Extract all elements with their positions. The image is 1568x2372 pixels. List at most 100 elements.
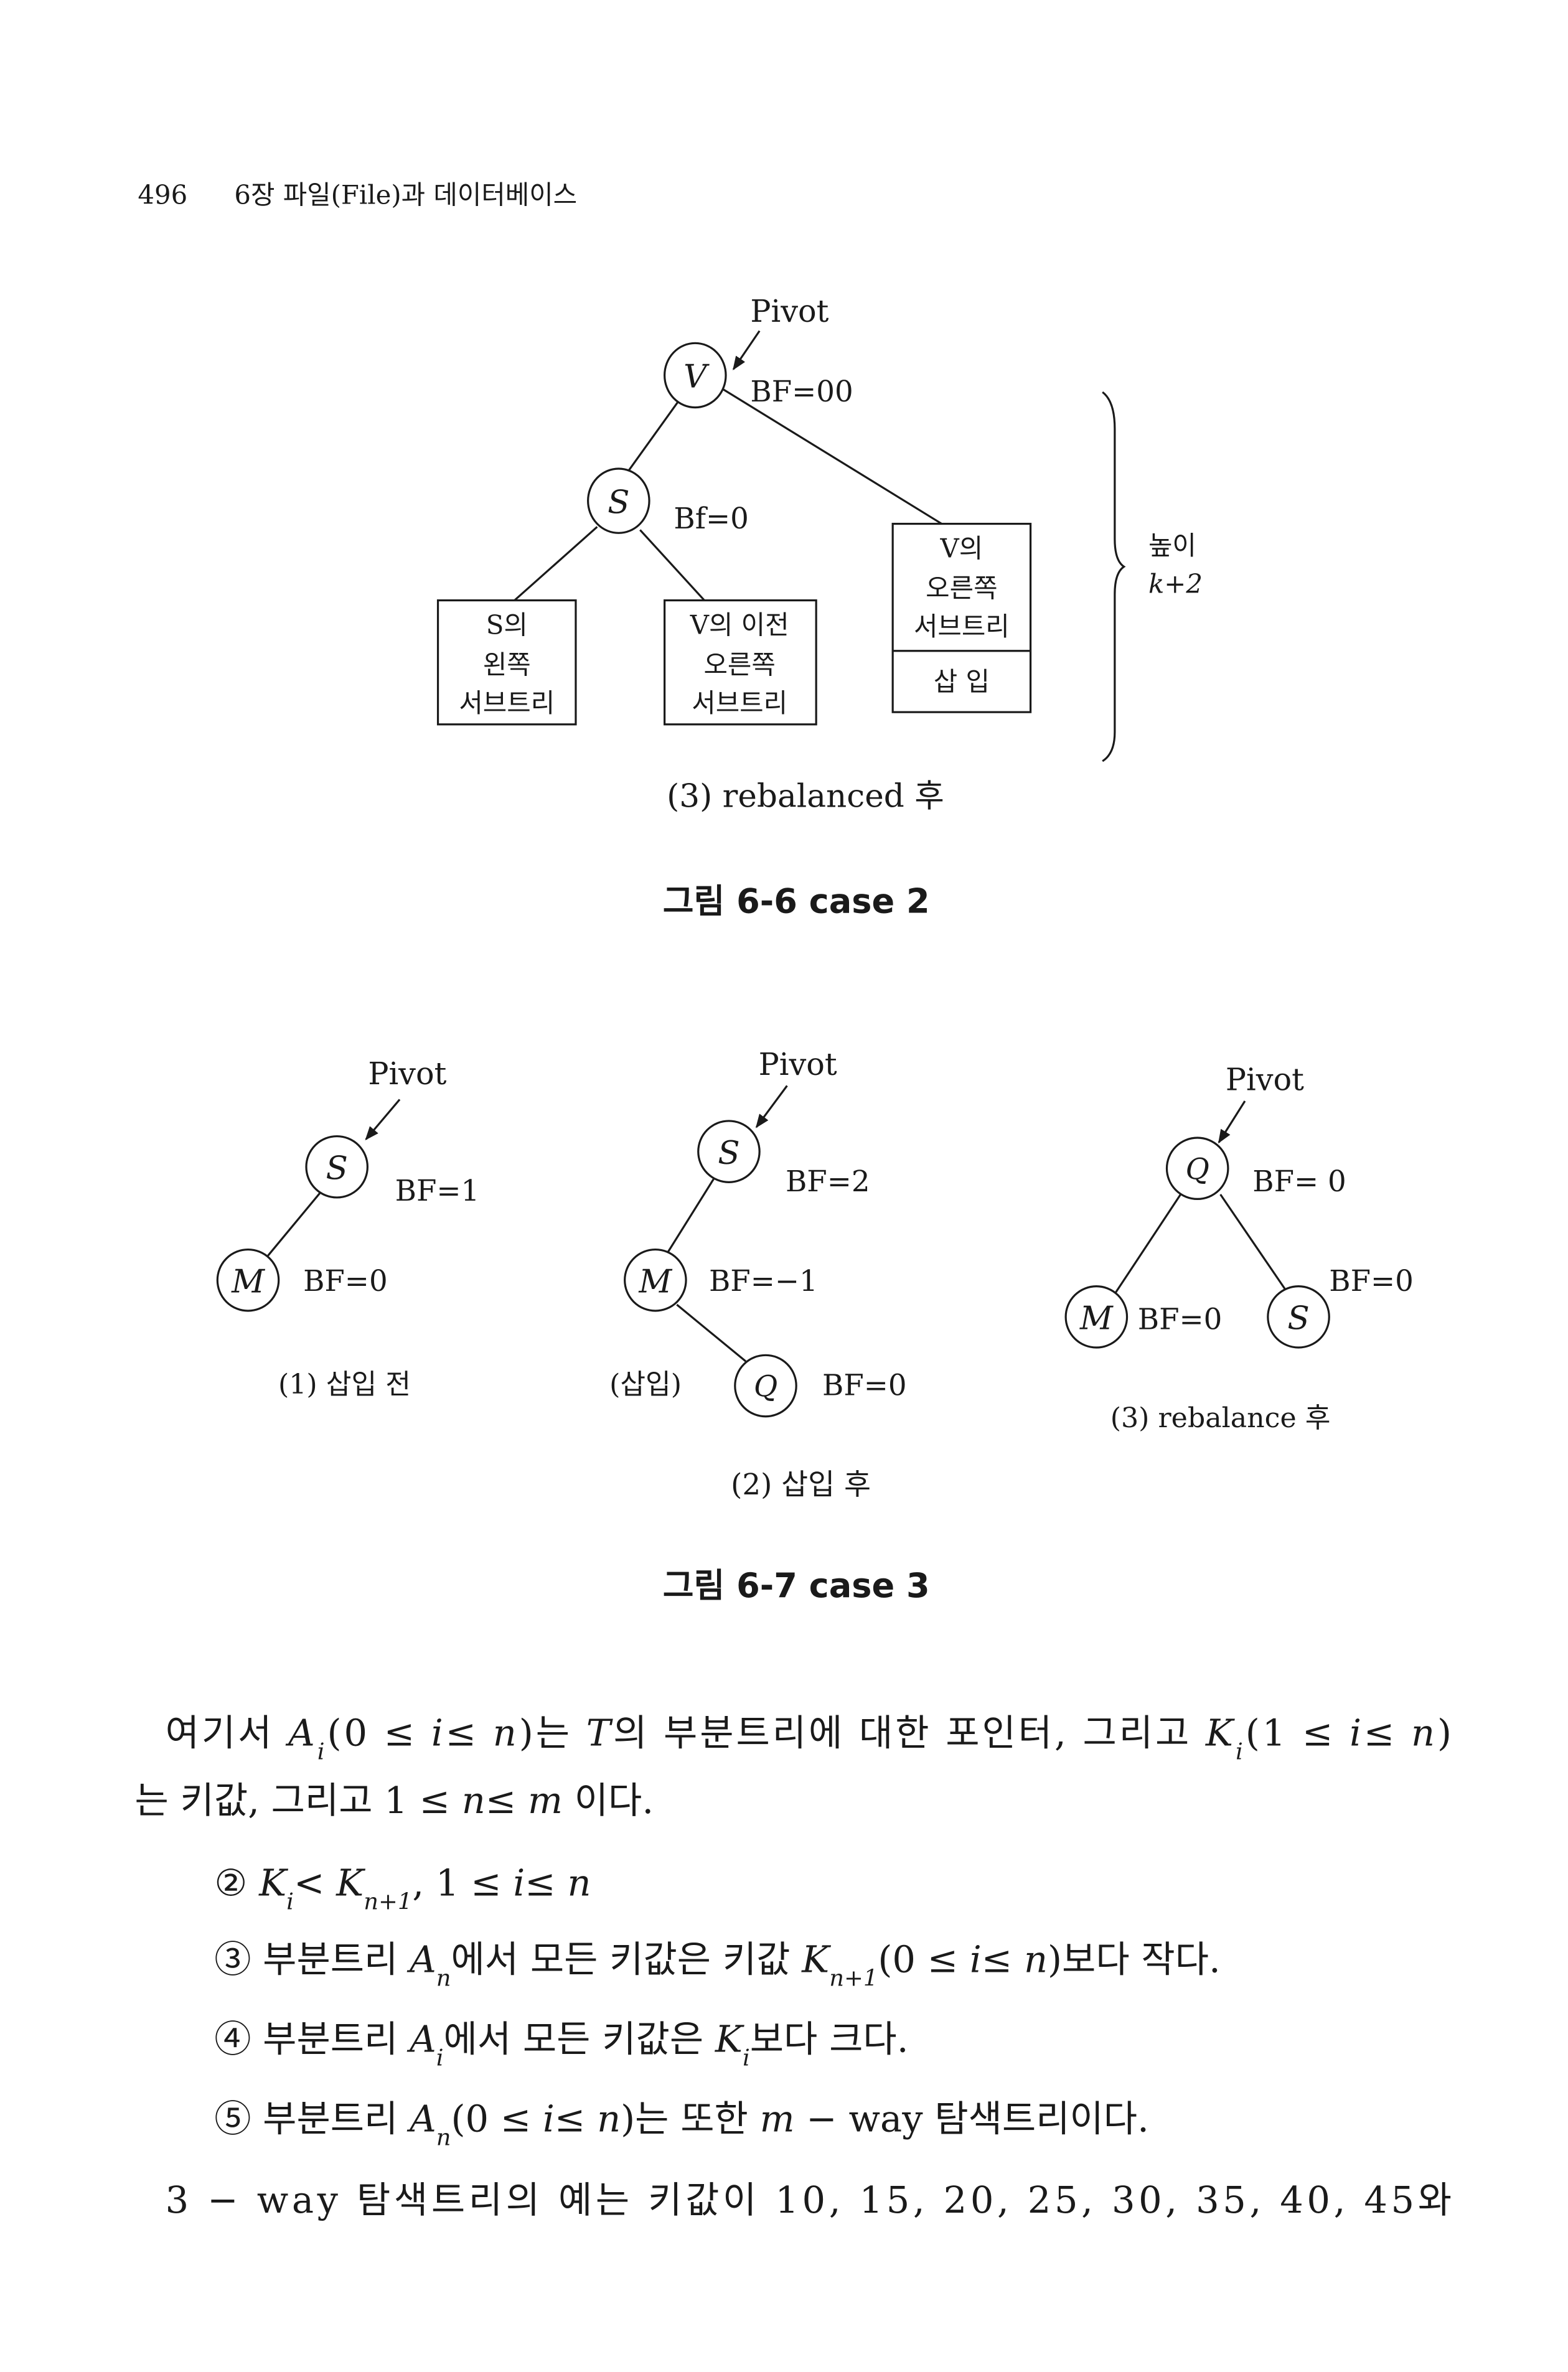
math-subscript: i xyxy=(1236,1738,1243,1765)
edge-v-s xyxy=(627,400,680,472)
text-run: )보다 작다. xyxy=(1048,1938,1221,1981)
node-label: S xyxy=(1287,1300,1309,1338)
edge-v-right xyxy=(722,388,942,525)
subcaption: (2) 삽입 후 xyxy=(731,1468,871,1502)
figure-6-7: Pivot S BF=1 M BF=0 (1) 삽입 전 Pivot S BF=… xyxy=(216,1046,1414,1605)
node-label: M xyxy=(638,1263,672,1300)
text-run: (1 ≤ xyxy=(1246,1712,1347,1755)
text-run: ③ 부분트리 xyxy=(214,1938,410,1981)
node-bf: BF=−1 xyxy=(709,1265,818,1298)
pivot-label: Pivot xyxy=(368,1056,446,1092)
text-run: 여기서 xyxy=(166,1712,286,1755)
text-run: < xyxy=(294,1862,336,1905)
math-var: n xyxy=(1024,1938,1048,1981)
pivot-arrow xyxy=(1218,1100,1246,1144)
text-run: (0 ≤ xyxy=(878,1938,970,1981)
text-run: )는 또한 xyxy=(621,2098,759,2140)
text-run: (0 ≤ xyxy=(327,1712,428,1755)
subcaption: (3) rebalanced 후 xyxy=(667,778,944,815)
text-run: ⑤ 부분트리 xyxy=(214,2098,410,2140)
math-var: T xyxy=(586,1712,613,1755)
math-var: A xyxy=(406,2018,436,2061)
figure-caption: 그림 6-7 case 3 xyxy=(663,1566,930,1605)
edge-s-left xyxy=(514,526,598,601)
box-text: V의 xyxy=(940,533,984,564)
math-var: K xyxy=(1205,1712,1235,1755)
edge xyxy=(267,1192,321,1257)
text-run: ≤ xyxy=(555,2098,597,2140)
node-label: Q xyxy=(1186,1153,1209,1186)
text-run: 의 부분트리에 대한 포인터, 그리고 xyxy=(613,1712,1203,1755)
edge xyxy=(667,1178,715,1254)
math-var: i xyxy=(431,1712,443,1755)
math-var: n xyxy=(597,2098,621,2140)
math-var: K xyxy=(801,1938,831,1981)
math-subscript: i xyxy=(436,2044,444,2071)
node-label: S xyxy=(326,1150,347,1187)
text-run: 는 키값, 그리고 1 ≤ xyxy=(134,1779,461,1822)
math-var: m xyxy=(528,1779,563,1822)
node-label: S xyxy=(718,1135,739,1172)
math-var: A xyxy=(285,1712,315,1755)
node-bf: BF=0 xyxy=(303,1265,388,1298)
text-run: ② xyxy=(214,1862,259,1905)
node-bf: BF=1 xyxy=(395,1174,480,1208)
math-subscript: n xyxy=(436,1964,451,1991)
text-run: 보다 크다. xyxy=(750,2018,909,2061)
insert-label: (삽입) xyxy=(609,1369,682,1400)
box-text: 오른쪽 xyxy=(703,650,775,680)
body-line: ② Ki< Kn+1, 1 ≤ i≤ n xyxy=(214,1862,591,1915)
text-run: 3 − way 탐색트리의 예는 키값이 10, 15, 20, 25, 30,… xyxy=(166,2178,1452,2221)
panel-before-insert: Pivot S BF=1 M BF=0 (1) 삽입 전 xyxy=(216,1056,480,1400)
math-subscript: i xyxy=(317,1738,325,1765)
height-brace xyxy=(1102,391,1126,762)
height-label: 높이 xyxy=(1148,530,1196,561)
text-run: 이다. xyxy=(563,1779,654,1822)
math-var: i xyxy=(1350,1712,1361,1755)
running-header: 6장 파일(File)과 데이터베이스 xyxy=(234,179,577,210)
math-var: i xyxy=(513,1862,525,1905)
math-var: i xyxy=(543,2098,555,2140)
node-v-label: V xyxy=(683,359,710,396)
node-label: Q xyxy=(754,1371,777,1404)
text-run: ≤ xyxy=(446,1712,491,1755)
panel-after-rebalance: Pivot Q BF= 0 M BF=0 S BF=0 (3) rebalanc… xyxy=(1064,1062,1414,1434)
pivot-arrow xyxy=(365,1099,401,1141)
body-line: 여기서 Ai (0 ≤ i ≤ n)는 T의 부분트리에 대한 포인터, 그리고 K… xyxy=(166,1712,1452,1765)
math-var: K xyxy=(336,1862,365,1905)
pivot-label: Pivot xyxy=(759,1046,837,1082)
box-text: 서브트리 xyxy=(459,688,555,718)
box-text: 서브트리 xyxy=(914,611,1010,642)
body-line: ⑤ 부분트리 An(0 ≤ i≤ n)는 또한 m − way 탐색트리이다. xyxy=(214,2098,1148,2151)
math-var: K xyxy=(715,2018,744,2061)
math-subscript: n xyxy=(436,2124,451,2150)
math-var: n xyxy=(568,1862,591,1905)
node-bf: BF= 0 xyxy=(1252,1165,1346,1199)
box-insert-text: 삽 입 xyxy=(934,667,990,697)
math-var: A xyxy=(406,1938,436,1981)
math-var: n xyxy=(493,1712,517,1755)
body-line: 3 − way 탐색트리의 예는 키값이 10, 15, 20, 25, 30,… xyxy=(166,2178,1452,2221)
text-run: ) xyxy=(1437,1712,1452,1755)
node-bf: BF=0 xyxy=(1138,1303,1223,1337)
math-subscript: i xyxy=(743,2044,750,2071)
box-text: S의 xyxy=(486,610,528,640)
math-var: n xyxy=(462,1779,486,1822)
math-var: n xyxy=(1411,1712,1435,1755)
box-text: V의 이전 xyxy=(690,610,789,640)
edge-s-middle xyxy=(639,529,705,601)
subcaption: (1) 삽입 전 xyxy=(278,1369,411,1400)
book-page: 496 6장 파일(File)과 데이터베이스 Pivot V BF=00 S … xyxy=(134,179,1452,2221)
body-text: 여기서 Ai (0 ≤ i ≤ n)는 T의 부분트리에 대한 포인터, 그리고 K… xyxy=(134,1712,1452,2221)
page-number: 496 xyxy=(138,179,187,210)
node-bf: BF=2 xyxy=(786,1165,870,1199)
node-label: M xyxy=(231,1263,265,1300)
box-text: 왼쪽 xyxy=(483,650,531,680)
math-var: A xyxy=(406,2098,436,2140)
pivot-label: Pivot xyxy=(750,293,829,329)
body-line: 는 키값, 그리고 1 ≤ n≤ m 이다. xyxy=(134,1779,654,1822)
pivot-label: Pivot xyxy=(1226,1062,1304,1098)
figure-6-6: Pivot V BF=00 S Bf=0 S의 왼쪽 서브트리 V의 이전 오른… xyxy=(436,293,1203,921)
text-run: ④ 부분트리 xyxy=(214,2018,410,2061)
text-run: − way 탐색트리이다. xyxy=(795,2098,1149,2140)
